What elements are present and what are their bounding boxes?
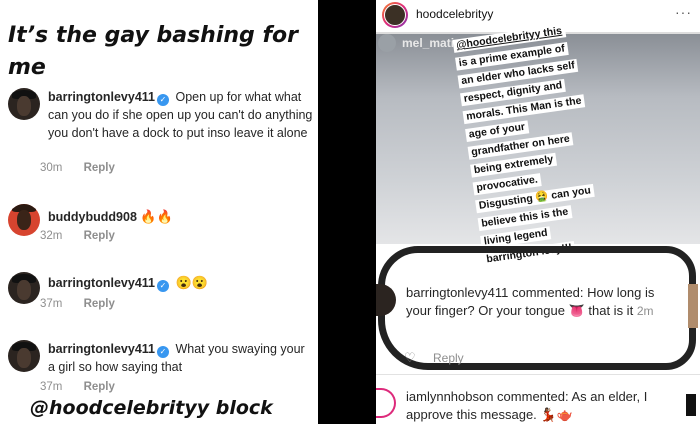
block-caption: @hoodcelebrityy block — [24, 394, 279, 422]
reshared-comment: mel_matic4m @hoodcelebrityy this is a pr… — [376, 24, 700, 267]
comment-time: 37m — [40, 381, 63, 393]
verified-badge-icon: ✓ — [157, 280, 169, 292]
comment-time: 2m — [636, 304, 654, 318]
comment-username[interactable]: barringtonlevy411 — [48, 342, 155, 356]
story-avatar[interactable] — [382, 2, 408, 28]
reply-button[interactable]: Reply — [433, 351, 464, 365]
comment-text: iamlynnhobson commented: As an elder, I … — [406, 389, 648, 422]
comment-text: 😮😮 — [175, 275, 208, 290]
reply-button[interactable]: Reply — [84, 381, 115, 393]
comment-meta: 32m Reply — [40, 230, 133, 242]
comment-meta: 37m Reply — [40, 298, 133, 310]
comment-username[interactable]: barringtonlevy411 — [48, 90, 155, 104]
verified-badge-icon: ✓ — [157, 346, 169, 358]
more-options-icon[interactable]: ··· — [675, 4, 692, 20]
avatar[interactable] — [8, 88, 40, 120]
comment-time: 37m — [40, 298, 63, 310]
comment-username[interactable]: buddybudd908 — [48, 210, 137, 224]
right-story-screenshot: hoodcelebrityy ··· mel_matic4m @hoodcele… — [376, 0, 700, 424]
avatar — [378, 34, 396, 52]
heart-icon[interactable]: ♡ — [404, 350, 416, 365]
comment-time: 30m — [40, 162, 63, 174]
comment-text: barringtonlevy411 commented: How long is… — [406, 285, 655, 318]
comment-username[interactable]: barringtonlevy411 — [48, 276, 155, 290]
avatar[interactable] — [8, 272, 40, 304]
left-comment-screenshot: It’s the gay bashing for me barringtonle… — [0, 0, 318, 424]
verified-badge-icon: ✓ — [157, 94, 169, 106]
reply-button[interactable]: Reply — [84, 298, 115, 310]
reply-button[interactable]: Reply — [84, 162, 115, 174]
reply-button[interactable]: Reply — [84, 230, 115, 242]
divider — [376, 374, 700, 375]
comment-meta: 30m Reply — [40, 162, 133, 174]
comment-actions: ♡ Reply — [404, 350, 464, 366]
post-thumbnail[interactable] — [688, 284, 698, 328]
avatar[interactable] — [8, 340, 40, 372]
caption-title: It’s the gay bashing for me — [8, 23, 298, 80]
avatar[interactable] — [376, 388, 396, 418]
comment-meta: 37m Reply — [40, 381, 133, 393]
comment-text: 🔥🔥 — [140, 209, 173, 224]
post-thumbnail[interactable] — [686, 394, 696, 416]
avatar[interactable] — [8, 204, 40, 236]
comment-time: 32m — [40, 230, 63, 242]
text-sticker: @hoodcelebrityy this is a prime example … — [452, 15, 633, 268]
story-username[interactable]: hoodcelebrityy — [416, 7, 493, 21]
